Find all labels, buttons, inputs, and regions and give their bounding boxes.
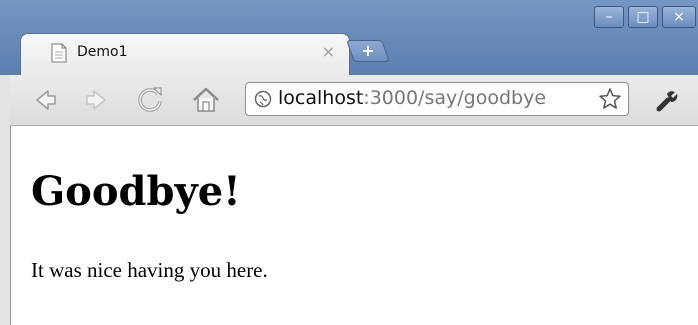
forward-button[interactable] <box>82 84 114 116</box>
home-icon <box>193 87 219 112</box>
wrench-button[interactable] <box>650 84 682 116</box>
home-button[interactable] <box>190 84 222 116</box>
globe-icon <box>254 90 272 108</box>
tab-close-icon[interactable]: × <box>322 42 335 61</box>
maximize-button[interactable]: □ <box>628 6 658 28</box>
forward-arrow-icon <box>86 90 106 110</box>
page-content: Goodbye! It was nice having you here. <box>10 126 698 325</box>
reload-button[interactable] <box>134 84 166 116</box>
page-paragraph: It was nice having you here. <box>31 258 268 282</box>
back-arrow-icon <box>36 90 56 110</box>
minimize-button[interactable]: – <box>594 6 624 28</box>
back-button[interactable] <box>28 84 60 116</box>
url-text: localhost:3000/say/goodbye <box>278 87 546 109</box>
tab-demo1[interactable]: Demo1 × <box>20 33 350 75</box>
title-bar: Demo1 × + – □ × <box>0 0 698 75</box>
new-tab-button[interactable]: + <box>345 40 391 62</box>
url-path: :3000/say/goodbye <box>363 87 547 109</box>
address-bar[interactable]: localhost:3000/say/goodbye <box>245 82 629 116</box>
browser-window: Demo1 × + – □ × localhost:3000/say/goodb… <box>0 0 698 325</box>
star-icon[interactable] <box>598 87 622 111</box>
wrench-icon <box>656 91 678 112</box>
close-window-button[interactable]: × <box>662 6 696 28</box>
reload-icon <box>138 87 162 112</box>
document-icon <box>51 43 67 63</box>
page-heading: Goodbye! <box>31 168 241 215</box>
url-host: localhost <box>278 87 364 109</box>
toolbar: localhost:3000/say/goodbye <box>0 75 698 126</box>
tab-title: Demo1 <box>77 44 128 60</box>
plus-icon: + <box>361 41 375 60</box>
window-left-edge <box>0 75 10 325</box>
